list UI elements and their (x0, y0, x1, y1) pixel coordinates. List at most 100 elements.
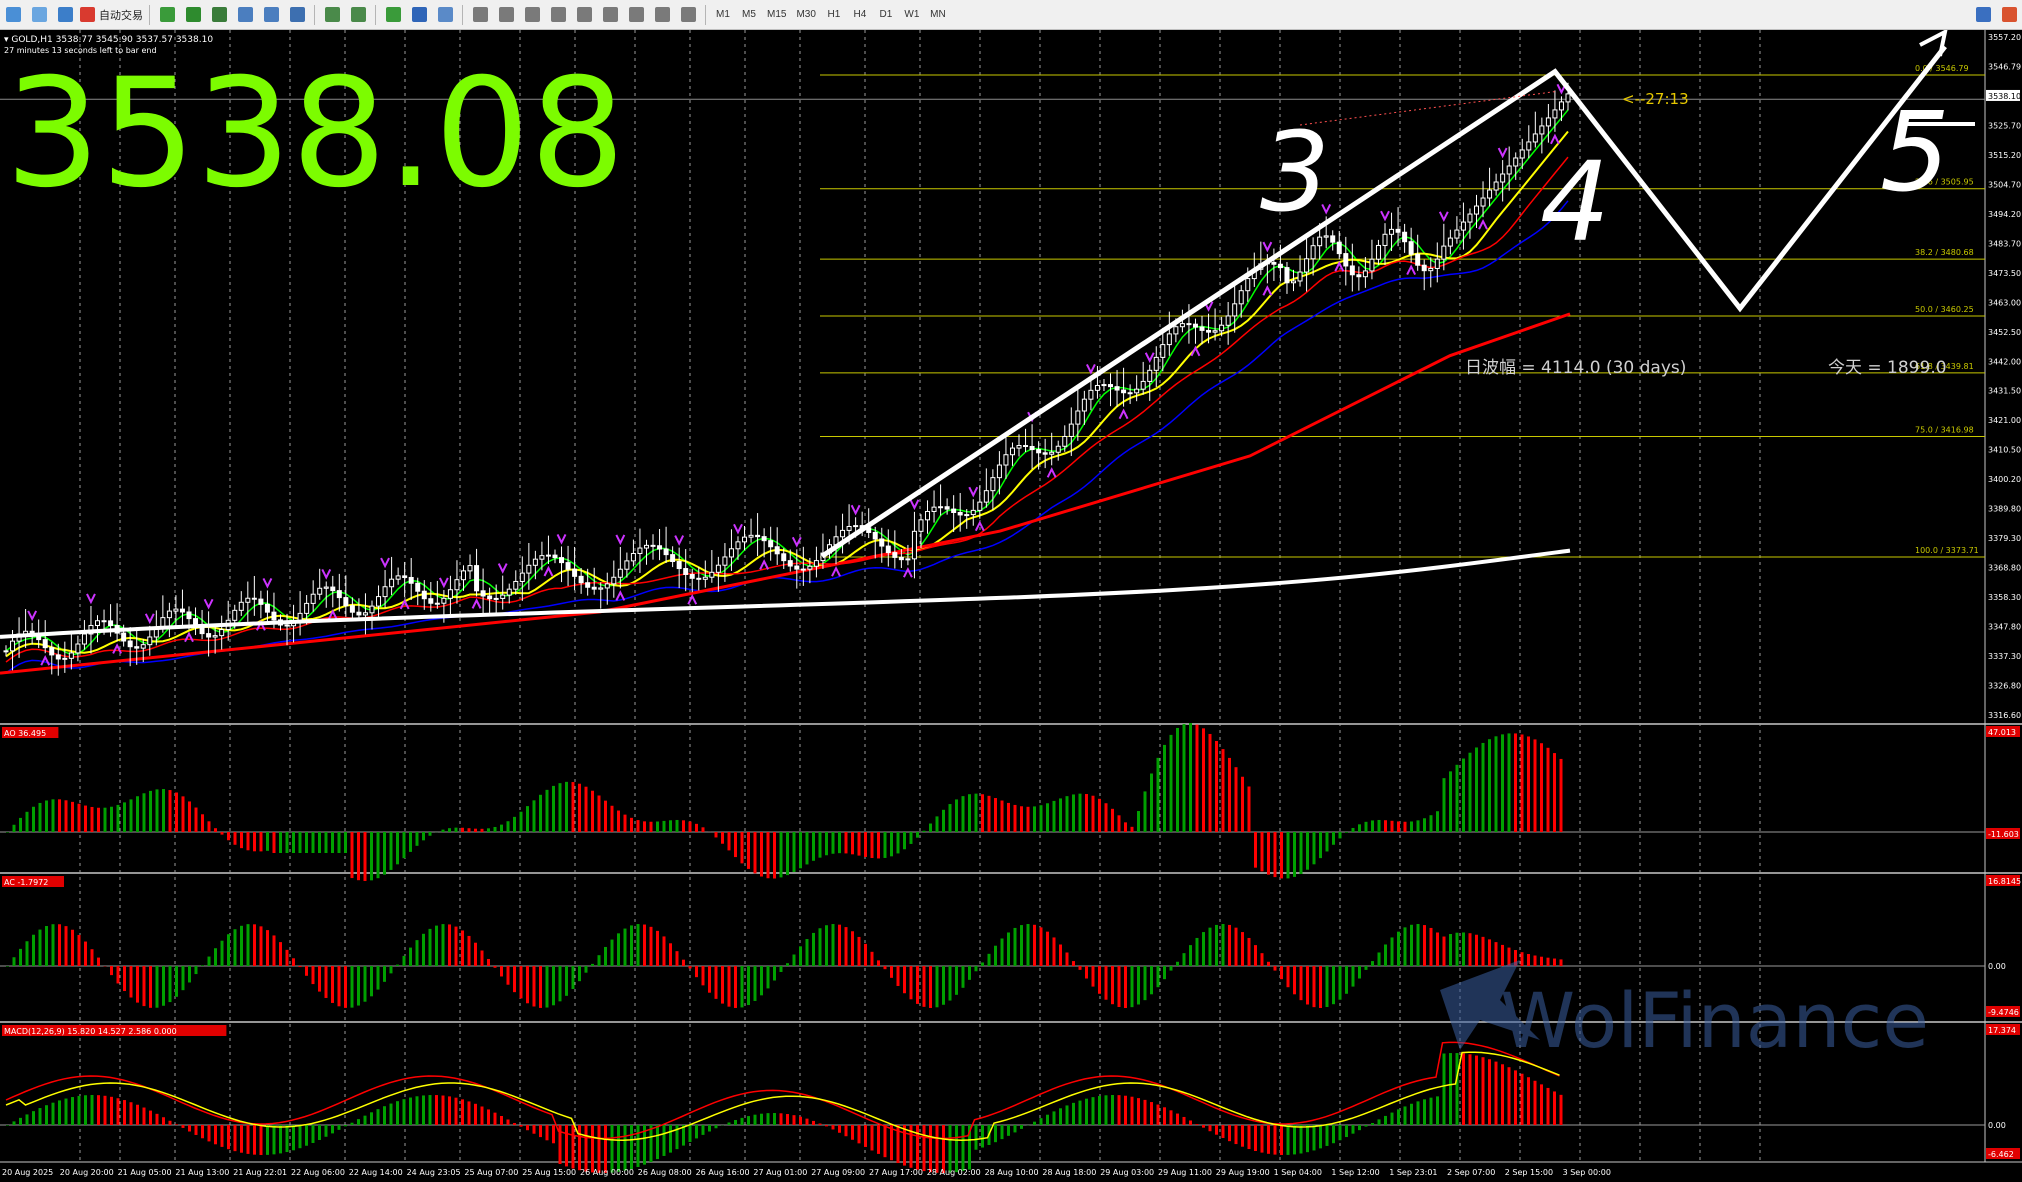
ao-panel-bar (409, 832, 412, 852)
candle-body (1415, 253, 1421, 266)
timeframe-d1[interactable]: D1 (875, 4, 897, 26)
ao-panel-bar (1039, 805, 1043, 832)
ao-panel-bar (415, 832, 419, 846)
price-axis-label: 3368.80 (1988, 564, 2021, 573)
timeframe-w1[interactable]: W1 (901, 4, 923, 26)
timeframe-h4[interactable]: H4 (849, 4, 871, 26)
macd-panel-bar (1104, 1095, 1108, 1125)
ao-panel-bar (1156, 757, 1160, 832)
macd-panel-bar (649, 1125, 653, 1163)
macd-panel-bar (1130, 1096, 1134, 1125)
timeframe-m5[interactable]: M5 (738, 4, 760, 26)
ao-panel-bar (747, 832, 750, 869)
ao-panel-bar (662, 820, 666, 832)
macd-panel-bar (662, 1125, 666, 1156)
ac-panel-bar (32, 934, 35, 966)
candle-body (238, 601, 244, 611)
horizontal-line-button[interactable] (547, 4, 569, 26)
new-chart-button[interactable] (2, 4, 24, 26)
profiles-button[interactable] (28, 4, 50, 26)
timeframe-m15[interactable]: M15 (764, 4, 789, 26)
macd-panel-bar (6, 1125, 9, 1126)
watermark-text: WolFinance (1500, 976, 1929, 1065)
tile-windows-button[interactable] (286, 4, 308, 26)
ac-panel-bar (1325, 966, 1329, 1008)
fractal-up-marker (380, 557, 390, 569)
ao-panel-bar (110, 806, 113, 832)
macd-panel-bar (961, 1125, 965, 1172)
ao-panel-bar (558, 783, 562, 832)
ac-panel-bar (71, 929, 74, 966)
ao-panel-bar (1098, 798, 1101, 832)
time-axis-label: 27 Aug 01:00 (753, 1168, 807, 1177)
ao-panel-bar (1221, 749, 1225, 832)
macd-panel-bar (1319, 1125, 1322, 1149)
channel-button[interactable] (599, 4, 621, 26)
autotrade-button[interactable]: 自动交易 (80, 4, 143, 26)
candle-body (1362, 270, 1368, 278)
timeframe-h1[interactable]: H1 (823, 4, 845, 26)
ao-panel-bar (766, 832, 770, 879)
candle-body (1343, 253, 1349, 267)
trendline-button[interactable] (573, 4, 595, 26)
autoscroll-button[interactable] (321, 4, 343, 26)
search-button[interactable] (1972, 4, 1994, 26)
ao-panel-axis-min: -11.603 (1988, 830, 2019, 839)
ao-panel-bar (12, 824, 16, 832)
ac-panel-bar (636, 924, 640, 966)
periods-button[interactable] (408, 4, 430, 26)
time-axis-label: 1 Sep 12:00 (1331, 1168, 1379, 1177)
crosshair-button[interactable] (495, 4, 517, 26)
ao-panel-bar (1488, 739, 1491, 832)
notifications-button[interactable] (1998, 4, 2020, 26)
candle-body (591, 586, 597, 590)
ac-panel-bar (584, 966, 588, 973)
candle-body (382, 586, 388, 598)
macd-panel-bar (513, 1123, 516, 1125)
ac-panel-bar (1377, 952, 1381, 966)
timeframe-mn[interactable]: MN (927, 4, 949, 26)
candle-body (186, 611, 192, 620)
candle-body (892, 552, 898, 558)
line-chart-button[interactable] (208, 4, 230, 26)
ac-panel-bar (207, 956, 211, 966)
price-chart[interactable]: 0.0 / 3546.7923.6 / 3505.9538.2 / 3480.6… (0, 30, 2022, 1182)
ac-panel-bar (1091, 966, 1095, 987)
text-button[interactable] (651, 4, 673, 26)
candle-body (1277, 263, 1283, 269)
macd-panel-bar (545, 1125, 549, 1141)
macd-panel-bar (617, 1125, 620, 1172)
candle-body (853, 525, 859, 528)
indicators-button[interactable] (382, 4, 404, 26)
candle-chart-button[interactable] (182, 4, 204, 26)
arrows-button[interactable] (677, 4, 699, 26)
ac-panel-bar (331, 966, 334, 1003)
candle-body (1474, 205, 1480, 215)
fibonacci-button[interactable] (625, 4, 647, 26)
templates-button[interactable] (434, 4, 456, 26)
candle-body (362, 612, 368, 616)
ac-panel-bar (188, 966, 191, 983)
zoom-in-button[interactable] (234, 4, 256, 26)
ao-panel-bar (922, 830, 926, 832)
ac-panel-bar (1546, 957, 1550, 966)
macd-panel-bar (396, 1101, 399, 1125)
candle-body (1304, 258, 1310, 273)
timeframe-m1[interactable]: M1 (712, 4, 734, 26)
macd-panel-bar (110, 1096, 113, 1125)
zoom-out-button[interactable] (260, 4, 282, 26)
chart-shift-button[interactable] (347, 4, 369, 26)
ac-panel-bar (539, 966, 542, 1008)
timeframe-m30[interactable]: M30 (793, 4, 818, 26)
ac-panel-bar (1462, 932, 1465, 966)
vertical-line-button[interactable] (521, 4, 543, 26)
bar-chart-button[interactable] (156, 4, 178, 26)
cursor-button[interactable] (469, 4, 491, 26)
market-watch-button[interactable] (54, 4, 76, 26)
wave-label-4: 4 (1540, 138, 1610, 266)
candle-body (317, 587, 323, 595)
candle-body (1212, 330, 1218, 333)
ao-panel-bar (1306, 832, 1309, 870)
candle-body (1539, 125, 1545, 135)
ac-panel-bar (1098, 966, 1101, 994)
